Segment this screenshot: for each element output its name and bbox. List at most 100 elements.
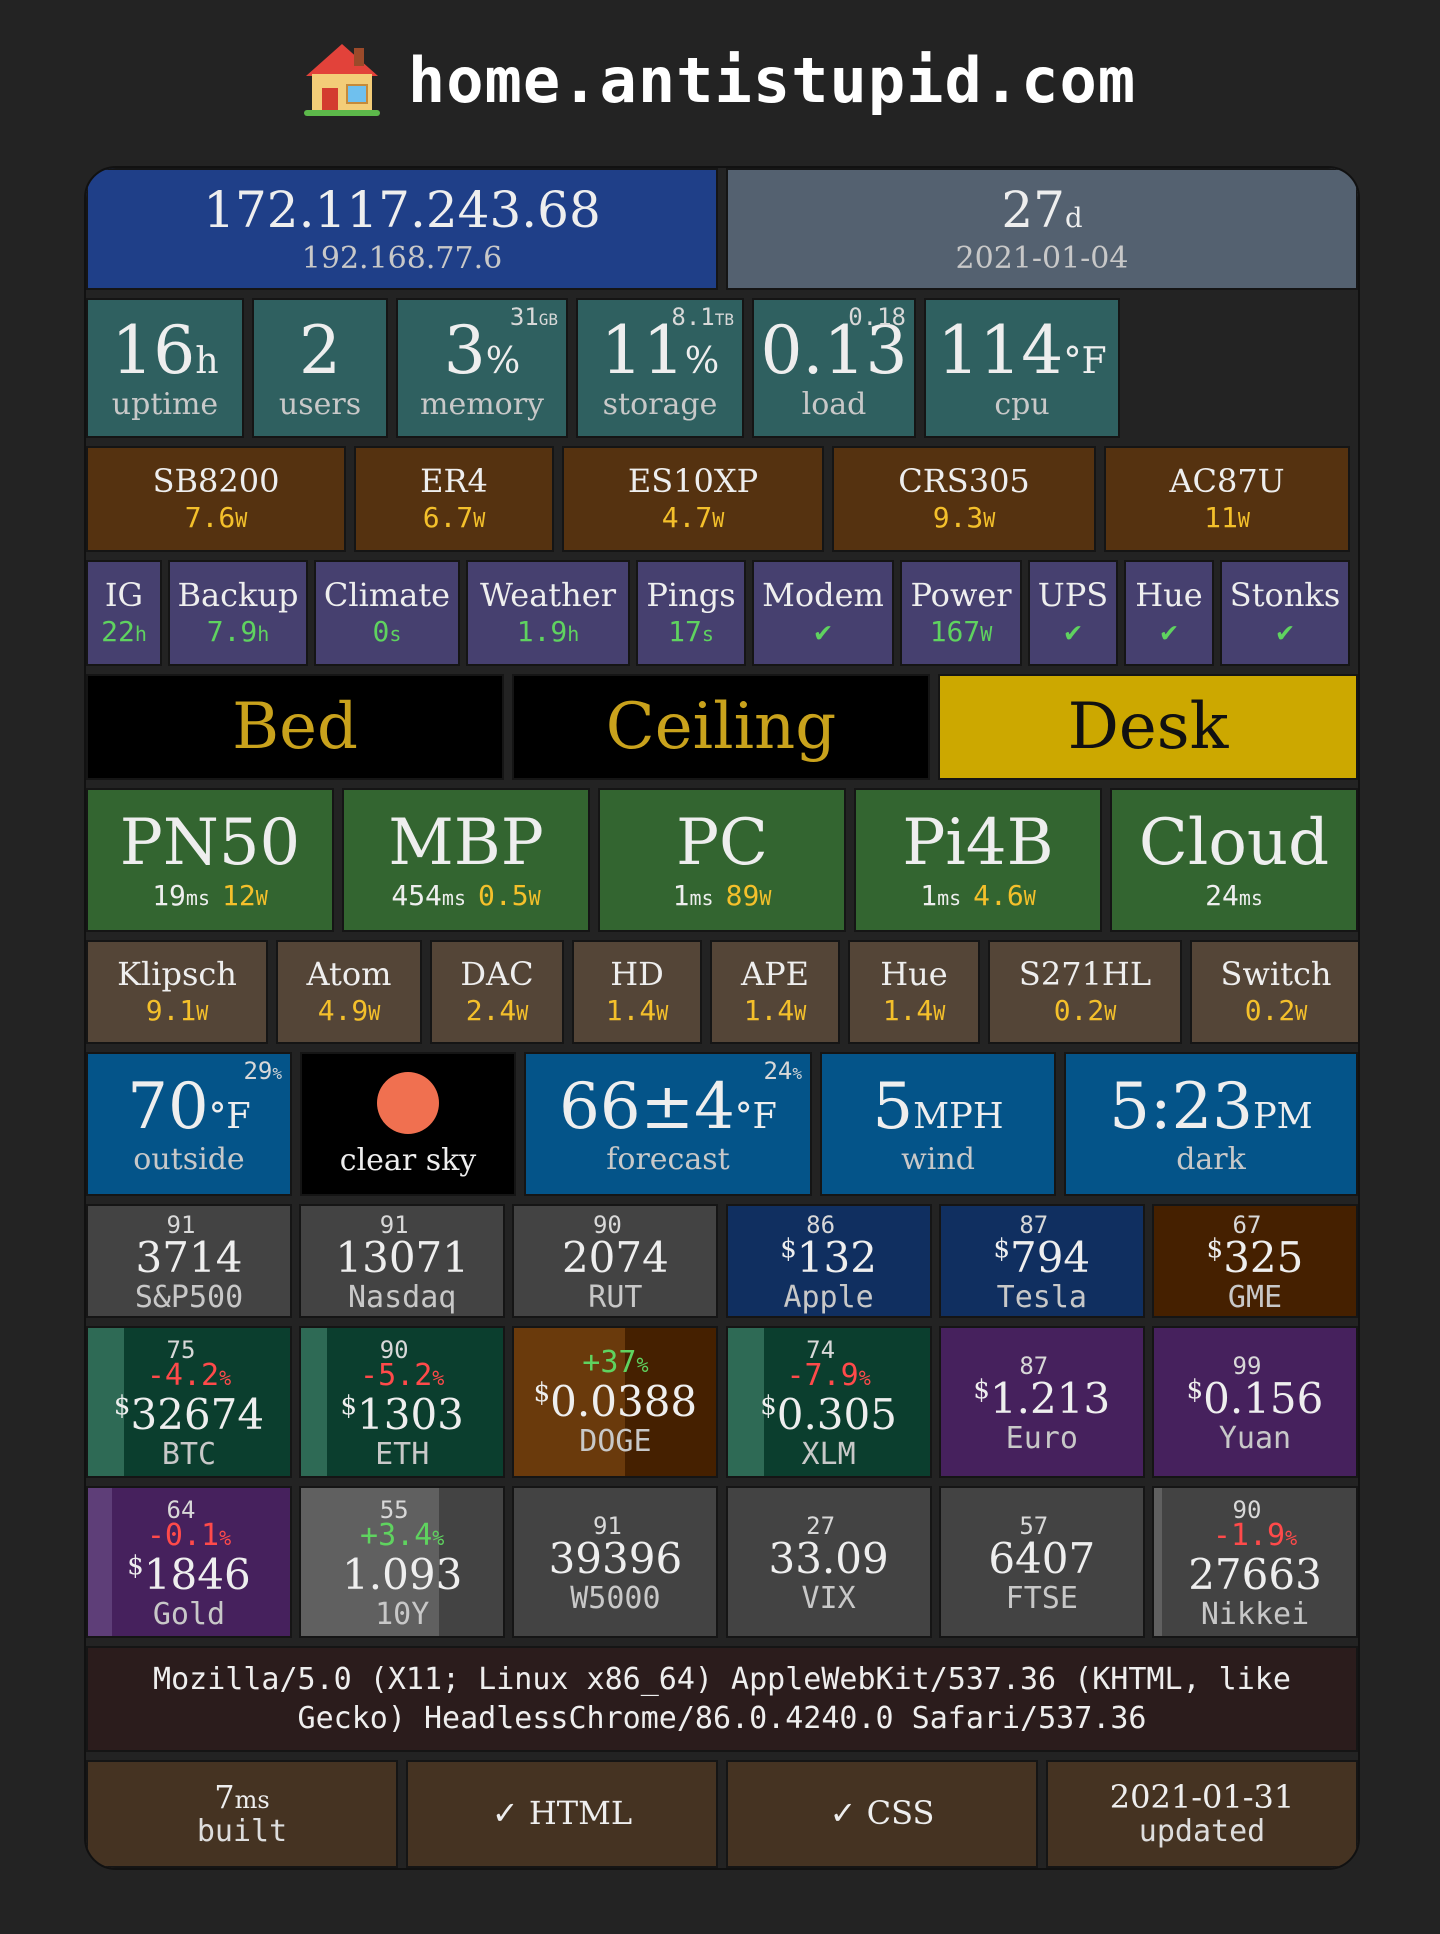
device-power-unit: W bbox=[235, 508, 248, 533]
sunset-card: 5:23PM dark bbox=[1064, 1052, 1358, 1196]
service-stonks[interactable]: Stonks ✔ bbox=[1220, 560, 1350, 666]
ticker-change: -1.9 bbox=[1212, 1518, 1286, 1554]
service-name: Modem bbox=[762, 576, 884, 614]
service-power[interactable]: Power 167W bbox=[900, 560, 1022, 666]
host-ping-unit: ms bbox=[185, 885, 211, 910]
outlet-switch[interactable]: Switch 0.2W bbox=[1190, 940, 1358, 1044]
service-name: Backup bbox=[177, 576, 299, 614]
outlet-power: 0.2 bbox=[1244, 994, 1296, 1028]
forecast-label: forecast bbox=[606, 1141, 730, 1177]
outlet-power: 1.4 bbox=[743, 994, 795, 1028]
ticker-change-unit: % bbox=[858, 1366, 871, 1391]
age-unit: d bbox=[1065, 202, 1083, 234]
outlet-power-unit: W bbox=[933, 1001, 946, 1026]
outlet-hue[interactable]: Hue 1.4W bbox=[848, 940, 980, 1044]
ticker-fill-bar bbox=[301, 1328, 328, 1476]
outlet-s271hl[interactable]: S271HL 0.2W bbox=[988, 940, 1182, 1044]
service-pings[interactable]: Pings 17s bbox=[636, 560, 746, 666]
ticker-value: 6407 bbox=[988, 1533, 1096, 1583]
host-mbp: MBP 454ms 0.5W bbox=[342, 788, 590, 932]
outlet-hd[interactable]: HD 1.4W bbox=[572, 940, 702, 1044]
stat-unit: % bbox=[684, 339, 720, 383]
outlet-dac[interactable]: DAC 2.4W bbox=[430, 940, 564, 1044]
stat-corner-unit: TB bbox=[714, 310, 734, 329]
ip-address-card: 172.117.243.68 192.168.77.6 bbox=[86, 168, 718, 290]
outlet-atom[interactable]: Atom 4.9W bbox=[276, 940, 422, 1044]
host-ping: 24 bbox=[1205, 878, 1239, 912]
check-icon: ✔ bbox=[814, 615, 832, 649]
service-unit: h bbox=[567, 622, 580, 647]
device-es10xp: ES10XP 4.7W bbox=[562, 446, 824, 552]
device-power: 7.6 bbox=[184, 501, 236, 535]
service-backup[interactable]: Backup 7.9h bbox=[168, 560, 308, 666]
forecast-humidity: 24 bbox=[763, 1057, 793, 1085]
forecast-value: 66±4 bbox=[559, 1070, 735, 1145]
outlet-klipsch[interactable]: Klipsch 9.1W bbox=[86, 940, 268, 1044]
service-ig[interactable]: IG 22h bbox=[86, 560, 162, 666]
ticker-label: Euro bbox=[1005, 1420, 1078, 1456]
host-ping-unit: ms bbox=[441, 885, 467, 910]
ticker-value: 13071 bbox=[335, 1232, 469, 1282]
ticker-doge: +37% $0.0388 DOGE bbox=[512, 1326, 719, 1478]
ticker-label: DOGE bbox=[579, 1424, 652, 1460]
css-valid-link[interactable]: ✓ CSS bbox=[726, 1760, 1038, 1868]
host-ping: 1 bbox=[672, 878, 690, 912]
service-ups[interactable]: UPS ✔ bbox=[1028, 560, 1118, 666]
dollar-sign: $ bbox=[1206, 1233, 1224, 1264]
outlet-power-unit: W bbox=[656, 1001, 669, 1026]
ticker-label: VIX bbox=[801, 1580, 856, 1616]
device-name: AC87U bbox=[1169, 462, 1285, 500]
stat-unit: h bbox=[195, 339, 219, 383]
ticker-label: W5000 bbox=[570, 1580, 661, 1616]
ticker-label: Tesla bbox=[996, 1279, 1087, 1315]
host-name: PC bbox=[675, 806, 769, 881]
ticker-change-unit: % bbox=[432, 1526, 445, 1551]
service-modem[interactable]: Modem ✔ bbox=[752, 560, 894, 666]
service-hue[interactable]: Hue ✔ bbox=[1124, 560, 1214, 666]
stat-value: 3 bbox=[443, 312, 486, 390]
stat-label: uptime bbox=[111, 386, 219, 422]
stat-corner-value: 31 bbox=[509, 303, 539, 331]
ticker-label: RUT bbox=[588, 1279, 643, 1315]
service-name: Stonks bbox=[1229, 576, 1341, 614]
service-value: 1.9 bbox=[516, 615, 568, 649]
sunset-label: dark bbox=[1176, 1141, 1246, 1177]
device-ac87u: AC87U 11W bbox=[1104, 446, 1350, 552]
ticker-ftse: 57 6407 FTSE bbox=[938, 1486, 1145, 1638]
outlet-name: HD bbox=[610, 955, 664, 993]
ticker-label: XLM bbox=[801, 1437, 856, 1473]
host-power-unit: W bbox=[528, 885, 541, 910]
light-toggle-bed[interactable]: Bed bbox=[86, 674, 504, 780]
ticker-value: 0.0388 bbox=[550, 1376, 698, 1426]
service-weather[interactable]: Weather 1.9h bbox=[466, 560, 630, 666]
ticker-label: Nasdaq bbox=[348, 1279, 457, 1315]
ticker-btc: 75 -4.2% $32674 BTC bbox=[86, 1326, 292, 1478]
stat-value: 2 bbox=[299, 312, 341, 390]
ticker-label: Gold bbox=[152, 1597, 226, 1633]
outlet-ape[interactable]: APE 1.4W bbox=[710, 940, 840, 1044]
device-name: CRS305 bbox=[898, 462, 1030, 500]
ticker-value: 794 bbox=[1009, 1232, 1091, 1282]
ticker-gold: 64 -0.1% $1846 Gold bbox=[86, 1486, 292, 1638]
light-toggle-desk[interactable]: Desk bbox=[938, 674, 1358, 780]
ticker-nasdaq: 91 13071 Nasdaq bbox=[299, 1204, 506, 1318]
ticker-yuan: 99 $0.156 Yuan bbox=[1152, 1326, 1358, 1478]
dollar-sign: $ bbox=[127, 1551, 144, 1582]
light-toggle-ceiling[interactable]: Ceiling bbox=[512, 674, 930, 780]
device-power-unit: W bbox=[983, 508, 996, 533]
dollar-sign: $ bbox=[760, 1391, 777, 1422]
ticker-value: 39396 bbox=[548, 1533, 683, 1583]
ticker-value: 0.305 bbox=[776, 1390, 897, 1440]
outside-temp-value: 70 bbox=[127, 1070, 209, 1145]
house-icon bbox=[303, 44, 380, 116]
host-pc: PC 1ms 89W bbox=[598, 788, 846, 932]
service-name: Hue bbox=[1135, 576, 1203, 614]
outlet-power: 9.1 bbox=[145, 994, 197, 1028]
host-name: PN50 bbox=[119, 806, 301, 881]
outlet-power: 1.4 bbox=[605, 994, 657, 1028]
service-climate[interactable]: Climate 0s bbox=[314, 560, 460, 666]
outlet-name: APE bbox=[741, 955, 809, 993]
updated-label: updated bbox=[1138, 1814, 1266, 1850]
html-valid-link[interactable]: ✓ HTML bbox=[406, 1760, 718, 1868]
page-header: home.antistupid.com bbox=[0, 38, 1440, 122]
